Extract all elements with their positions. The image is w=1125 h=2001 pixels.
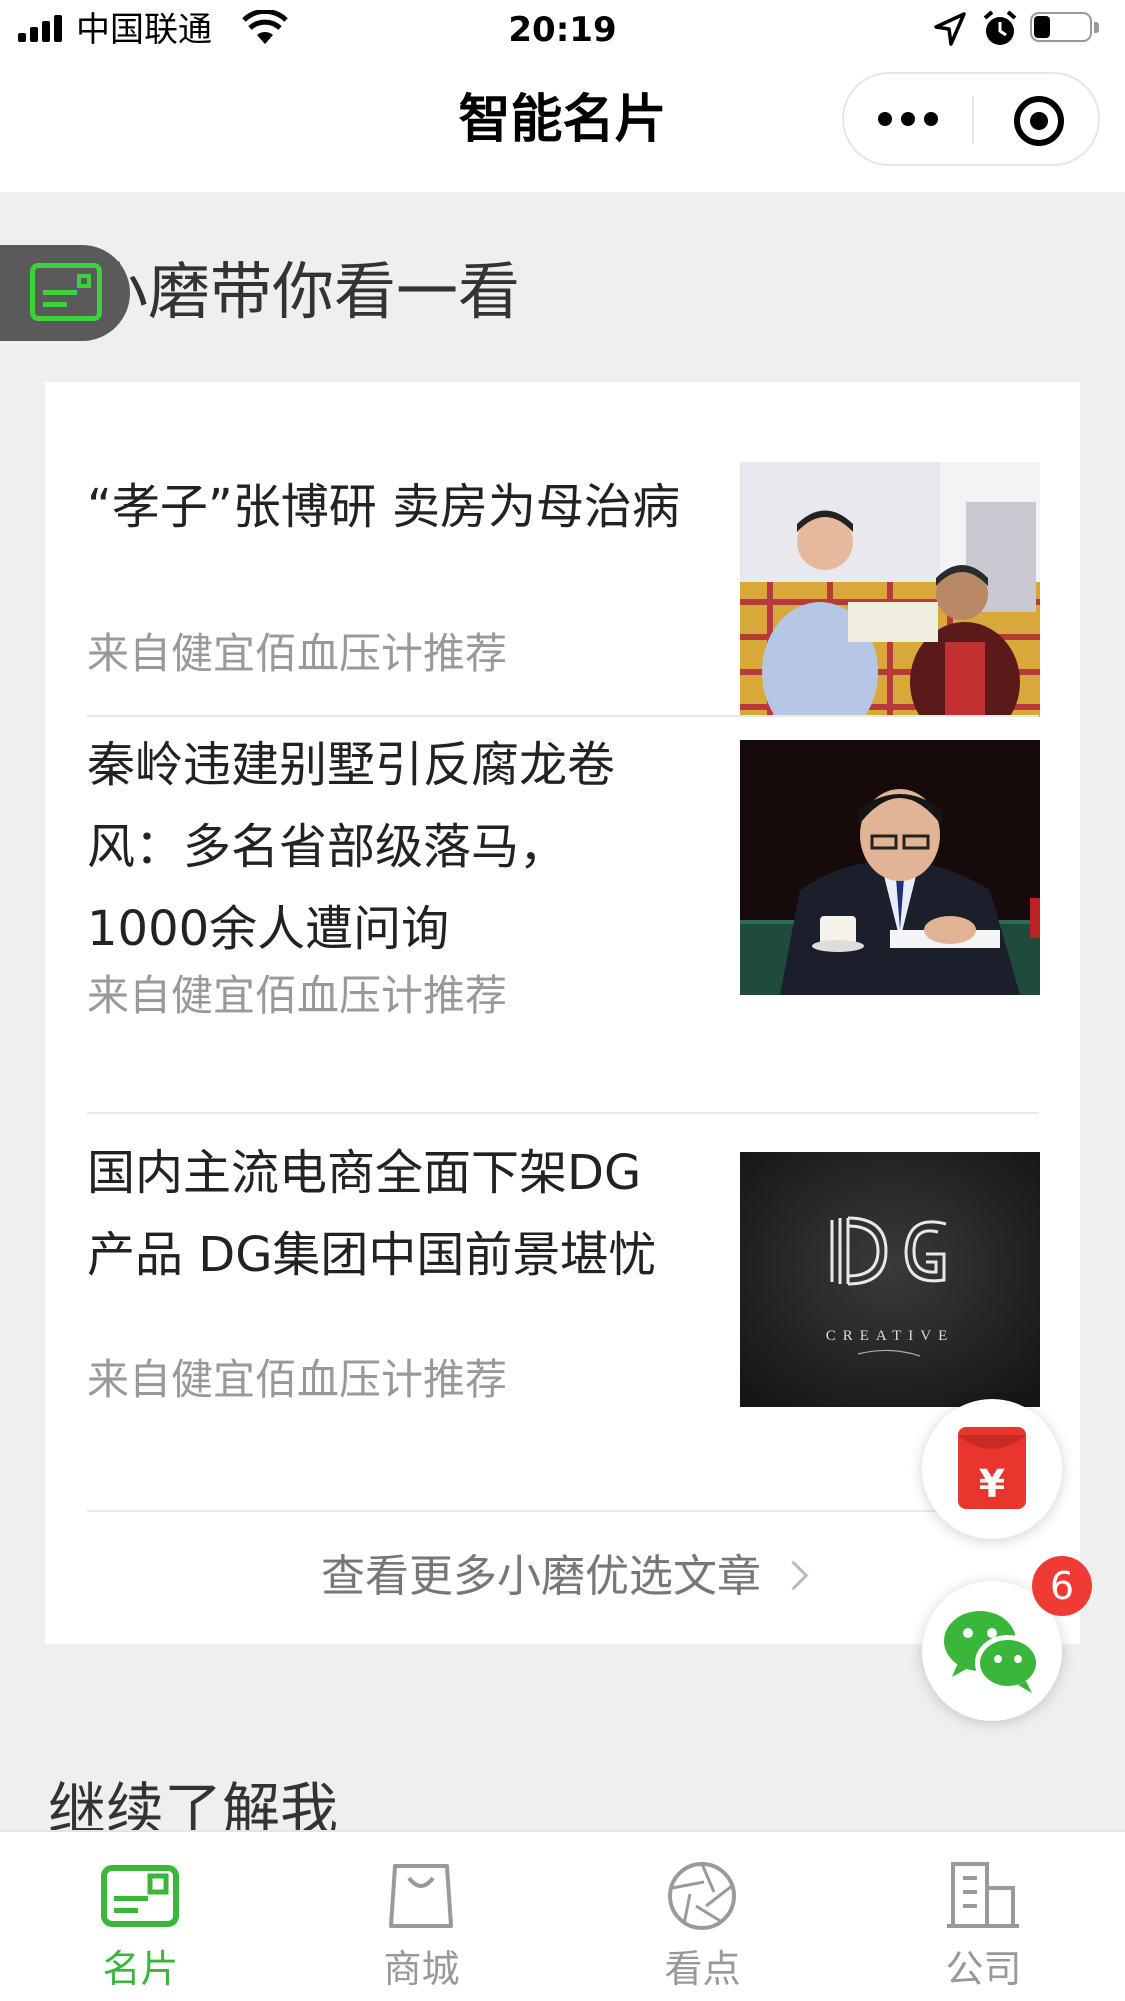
location-arrow-icon xyxy=(934,12,966,46)
tab-mall[interactable]: 商城 xyxy=(281,1832,562,2001)
tab-company[interactable]: 公司 xyxy=(843,1832,1124,2001)
red-packet-icon: ¥ xyxy=(958,1427,1026,1509)
tab-label: 公司 xyxy=(945,1947,1022,1991)
tab-card[interactable]: 名片 xyxy=(0,1832,281,2001)
card-icon xyxy=(101,1865,179,1927)
close-mini-program-button[interactable] xyxy=(1014,96,1064,146)
article-item[interactable]: “孝子”张博研 卖房为母治病 来自健宜佰血压计推荐 xyxy=(87,462,1040,717)
nav-bar: 智能名片 xyxy=(0,60,1125,192)
article-source: 来自健宜佰血压计推荐 xyxy=(87,971,508,1020)
article-thumbnail: CREATIVE xyxy=(740,1152,1040,1407)
article-item[interactable]: 秦岭违建别墅引反腐龙卷风：多名省部级落马，1000余人遭问询 来自健宜佰血压计推… xyxy=(87,737,1040,1040)
unread-count-badge: 6 xyxy=(1032,1556,1092,1616)
svg-text:CREATIVE: CREATIVE xyxy=(826,1328,955,1344)
article-thumbnail xyxy=(740,462,1040,717)
article-item[interactable]: 国内主流电商全面下架DG产品 DG集团中国前景堪忧 来自健宜佰血压计推荐 CRE… xyxy=(87,1145,1040,1407)
battery-icon xyxy=(1030,12,1102,46)
more-options-button[interactable] xyxy=(844,74,972,164)
aperture-icon xyxy=(668,1862,736,1930)
alarm-clock-icon xyxy=(983,10,1017,45)
tab-label: 商城 xyxy=(383,1947,460,1991)
divider xyxy=(87,1510,1039,1512)
tab-label: 看点 xyxy=(664,1947,741,1991)
article-thumbnail xyxy=(740,740,1040,995)
article-title: 秦岭违建别墅引反腐龙卷风：多名省部级落马，1000余人遭问询 xyxy=(87,737,616,957)
tab-label: 名片 xyxy=(102,1947,179,1991)
mini-program-capsule xyxy=(842,72,1100,166)
article-title: 国内主流电商全面下架DG产品 DG集团中国前景堪忧 xyxy=(87,1145,657,1283)
tab-highlights[interactable]: 看点 xyxy=(562,1832,843,2001)
article-source: 来自健宜佰血压计推荐 xyxy=(87,629,508,678)
business-card-tab[interactable] xyxy=(0,245,130,341)
chevron-right-icon xyxy=(778,1560,809,1590)
building-icon xyxy=(947,1862,1019,1928)
article-source: 来自健宜佰血压计推荐 xyxy=(87,1355,508,1404)
status-bar: 中国联通 20:19 xyxy=(0,0,1125,60)
card-icon xyxy=(30,263,102,321)
article-title: “孝子”张博研 卖房为母治病 xyxy=(87,479,680,535)
section-title: 小磨带你看一看 xyxy=(86,255,521,328)
view-more-label: 查看更多小磨优选文章 xyxy=(321,1551,761,1602)
red-packet-button[interactable]: ¥ xyxy=(922,1399,1062,1539)
svg-text:¥: ¥ xyxy=(979,1462,1005,1506)
tab-bar: 名片 商城 看点 公司 xyxy=(0,1830,1125,2001)
divider xyxy=(87,1112,1039,1114)
shopping-bag-icon xyxy=(389,1864,453,1928)
divider xyxy=(87,715,1039,717)
capsule-divider xyxy=(972,96,974,144)
